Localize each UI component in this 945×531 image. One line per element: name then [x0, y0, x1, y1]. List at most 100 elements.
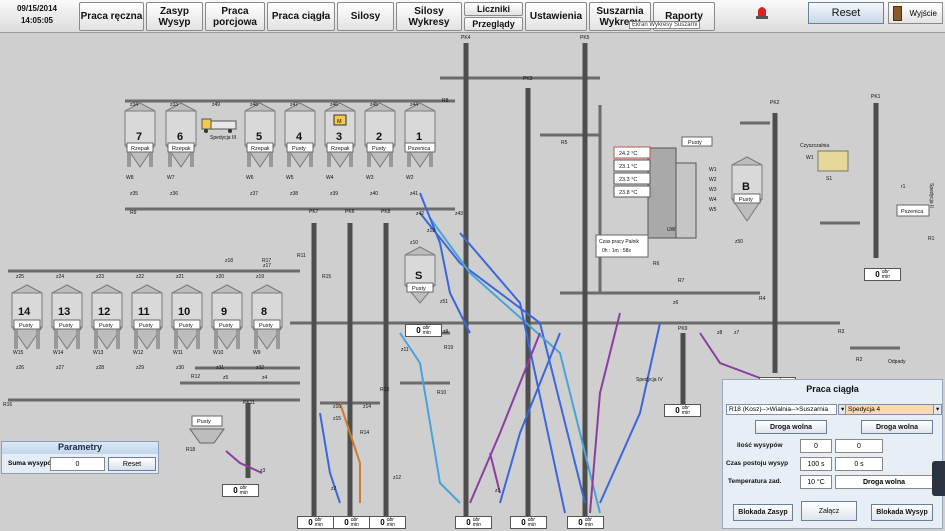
valve-label: z12 [393, 475, 401, 481]
nav-silosy[interactable]: Silosy [337, 2, 394, 31]
silo-content: Pszenica [408, 146, 431, 152]
droga-wolna-right-button[interactable]: Droga wolna [861, 420, 933, 434]
nav-praca-ciagla[interactable]: Praca ciągła [267, 2, 335, 31]
dryer-temp: 24.2 °C [619, 151, 637, 157]
valve-label: z21 [176, 274, 184, 280]
r-label: R6 [653, 261, 660, 267]
silo-content: Rzepak [172, 146, 191, 152]
valve-label: z14 [363, 404, 371, 410]
alarm-icon[interactable] [755, 4, 769, 20]
scale-label: W12 [133, 350, 144, 356]
elevator-label: PK11 [243, 400, 255, 406]
silo-s-number: S [415, 270, 422, 282]
exit-button[interactable]: Wyjście [888, 2, 943, 24]
valve-label: z38 [290, 191, 298, 197]
nav-przeglady[interactable]: Przeglądy [464, 17, 523, 31]
counter-unit: min [681, 409, 690, 416]
silo-content: Pusty [59, 323, 73, 329]
droga-wolna-left-button[interactable]: Droga wolna [755, 420, 827, 434]
silo-content: Rzepak [131, 146, 150, 152]
door-icon [893, 6, 902, 21]
silo-number: 1 [416, 131, 422, 143]
dryer-w-label: W2 [709, 177, 717, 183]
zalacz-button[interactable]: Załącz [801, 501, 857, 521]
valve-label: z39 [330, 191, 338, 197]
praca-ciagla-panel: Praca ciągła R18 (Kosz)-->Wialnia-->Susz… [722, 379, 943, 529]
dryer-w-label: W4 [709, 197, 717, 203]
silo-number: 5 [256, 131, 262, 143]
reset-button[interactable]: Reset [808, 2, 884, 24]
chevron-down-icon[interactable]: ▾ [933, 404, 942, 415]
nav-ustawienia[interactable]: Ustawienia [525, 2, 587, 31]
counter-value: 0 [875, 270, 880, 279]
silo-s-content: Pusty [412, 286, 426, 292]
r-label: R9 [130, 210, 137, 216]
valve-label: z47 [290, 102, 298, 108]
elevator-label: PK4 [461, 35, 471, 41]
nav-zasyp-wysyp[interactable]: Zasyp Wysyp [146, 2, 203, 31]
counter-value: 0 [308, 518, 313, 527]
blokada-zasyp-button[interactable]: Blokada Zasyp [733, 504, 793, 521]
active-routes [225, 192, 761, 514]
row-value[interactable]: 10 °C [800, 475, 832, 489]
burner-label: Czas pracy Palnik [599, 239, 640, 245]
nav-praca-porcjowa[interactable]: Praca porcjowa [205, 2, 265, 31]
spedycja3-label: Spedycja III [210, 135, 236, 141]
valve-label: z26 [16, 365, 24, 371]
target-select[interactable]: Spedycja 4 [845, 404, 937, 415]
silo-number: 4 [296, 131, 303, 143]
blokada-wysyp-button[interactable]: Blokada Wysyp [871, 504, 933, 521]
dryer-content: Pusty [688, 140, 702, 146]
valve-label: z16 [333, 404, 341, 410]
valve-label: z11 [401, 347, 409, 353]
speed-counter: 0obrmin [369, 516, 406, 529]
parametry-title: Parametry [2, 442, 158, 454]
valve-label: z20 [216, 274, 224, 280]
speed-counter: 0obrmin [567, 516, 604, 529]
valve-label: z30 [176, 365, 184, 371]
spedycja2-label: Spedycja II [928, 183, 934, 208]
silo-content: Pusty [292, 146, 306, 152]
row-label: Temperatura zad. [728, 478, 782, 485]
r-label: R11 [297, 253, 306, 259]
scale-label: W11 [173, 350, 183, 356]
nav-liczniki[interactable]: Liczniki [464, 2, 523, 16]
valve-label: z42 [416, 211, 424, 217]
dryer-w-label: W1 [709, 167, 717, 173]
date-display: 09/15/2014 [16, 4, 58, 13]
silo-number: 12 [98, 306, 110, 318]
route-select[interactable]: R18 (Kosz)-->Wialnia-->Suszarnia [726, 404, 837, 415]
valve-label: z32 [256, 365, 264, 371]
nav-praca-reczna[interactable]: Praca ręczna [79, 2, 144, 31]
valve-label: z13 [427, 228, 435, 234]
speed-counter: 0obrmin [405, 324, 442, 337]
silo-number: 6 [177, 131, 183, 143]
r1-label: r1 [901, 184, 906, 190]
counter-unit: min [527, 521, 536, 528]
elevator-label: PK1 [871, 94, 881, 100]
counter-value: 0 [466, 518, 471, 527]
elevator-label: PK9 [678, 326, 688, 332]
valve-label: z10 [410, 240, 418, 246]
valve-label: z5 [223, 375, 229, 381]
row-label: Czas postoju wysyp [726, 460, 789, 467]
valve-label: z27 [56, 365, 64, 371]
counter-value: 0 [344, 518, 349, 527]
valve-label: z3 [260, 468, 266, 474]
valve-label: z15 [333, 416, 341, 422]
s1-label: S1 [826, 176, 832, 182]
speed-counter: 0obrmin [297, 516, 334, 529]
valve-label: z29 [136, 365, 144, 371]
valve-label: z41 [410, 191, 418, 197]
nav-silosy-wykresy[interactable]: Silosy Wykresy [396, 2, 462, 31]
parametry-reset-button[interactable]: Reset [108, 457, 156, 471]
side-panel-tab[interactable] [932, 461, 945, 496]
top-navigation-bar: 09/15/2014 14:05:05 Praca ręczna Zasyp W… [0, 0, 945, 33]
valve-label: z43 [455, 211, 463, 217]
scale-label: W9 [253, 350, 261, 356]
counter-value: 0 [233, 486, 238, 495]
row-value[interactable]: 100 s [800, 457, 832, 471]
valve-label: z22 [136, 274, 144, 280]
row-value2: 0 s [835, 457, 883, 471]
silo-number: 11 [138, 306, 150, 318]
